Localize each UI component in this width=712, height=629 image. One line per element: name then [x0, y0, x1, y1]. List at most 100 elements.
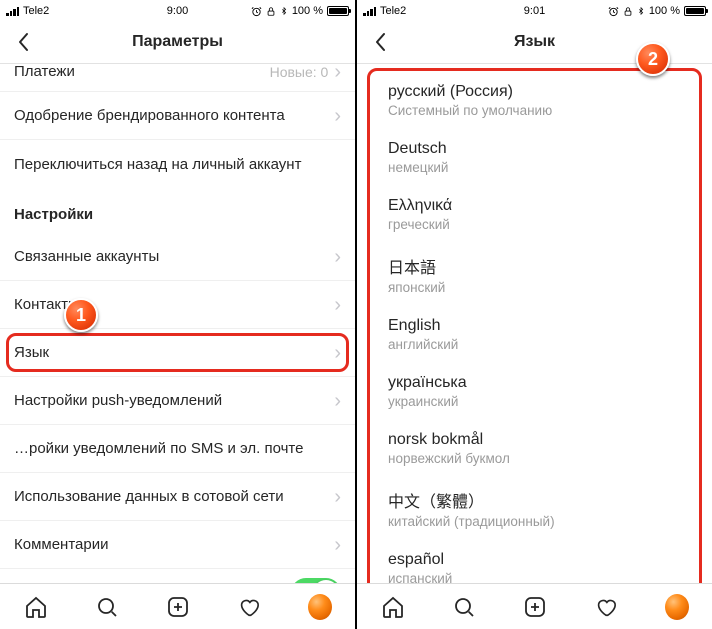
- row-cellular-data[interactable]: Использование данных в сотовой сети ›: [0, 473, 355, 521]
- row-meta: Новые: 0: [270, 64, 329, 80]
- signal-icon: [6, 7, 19, 16]
- tab-bar: [0, 583, 355, 629]
- row-payments[interactable]: Платежи Новые: 0 ›: [0, 64, 355, 92]
- row-label: Комментарии: [14, 536, 108, 553]
- lock-icon: [266, 6, 276, 17]
- search-icon[interactable]: [95, 595, 119, 619]
- row-label: Связанные аккаунты: [14, 248, 159, 265]
- row-save-original: Сохранять первоначальные фото: [0, 569, 355, 583]
- lang-sub: английский: [388, 337, 681, 352]
- row-contacts[interactable]: Контакты ›: [0, 281, 355, 329]
- bluetooth-icon: [280, 5, 288, 17]
- row-label: Переключиться назад на личный аккаунт: [14, 156, 301, 173]
- row-label: Платежи: [14, 64, 75, 80]
- row-label: Настройки push-уведомлений: [14, 392, 222, 409]
- callout-badge-2: 2: [636, 42, 670, 76]
- row-switch-back[interactable]: Переключиться назад на личный аккаунт: [0, 140, 355, 188]
- lang-name: English: [388, 317, 681, 335]
- carrier-label: Tele2: [23, 5, 49, 17]
- callout-badge-1: 1: [64, 298, 98, 332]
- row-push-settings[interactable]: Настройки push-уведомлений ›: [0, 377, 355, 425]
- row-label: Использование данных в сотовой сети: [14, 488, 284, 505]
- clock: 9:00: [167, 5, 188, 17]
- row-label: …ройки уведомлений по SMS и эл. почте: [14, 440, 303, 457]
- lang-name: 日本語: [388, 254, 681, 278]
- chevron-right-icon: ›: [334, 391, 341, 411]
- lang-sub: японский: [388, 280, 681, 295]
- chevron-right-icon: ›: [334, 295, 341, 315]
- row-branded-approval[interactable]: Одобрение брендированного контента ›: [0, 92, 355, 140]
- highlight-frame: русский (Россия) Системный по умолчанию …: [367, 68, 702, 583]
- lang-name: Deutsch: [388, 140, 681, 158]
- heart-icon[interactable]: [594, 595, 618, 619]
- page-title: Язык: [514, 33, 555, 51]
- language-option[interactable]: English английский: [370, 307, 699, 364]
- lang-name: norsk bokmål: [388, 431, 681, 449]
- phone-left: Tele2 9:00 100 % Параметры Платежи Новые…: [0, 0, 355, 629]
- alarm-icon: [251, 6, 262, 17]
- search-icon[interactable]: [452, 595, 476, 619]
- highlight-frame: [6, 333, 349, 372]
- status-bar: Tele2 9:01 100 %: [357, 0, 712, 20]
- chevron-right-icon: ›: [334, 535, 341, 555]
- alarm-icon: [608, 6, 619, 17]
- language-option[interactable]: українська украинский: [370, 364, 699, 421]
- lang-name: русский (Россия): [388, 83, 681, 101]
- chevron-right-icon: ›: [334, 343, 341, 363]
- battery-icon: [684, 6, 706, 16]
- chevron-right-icon: ›: [334, 247, 341, 267]
- row-comments[interactable]: Комментарии ›: [0, 521, 355, 569]
- language-option[interactable]: norsk bokmål норвежский букмол: [370, 421, 699, 478]
- language-option[interactable]: español испанский: [370, 541, 699, 583]
- lang-name: español: [388, 551, 681, 569]
- status-bar: Tele2 9:00 100 %: [0, 0, 355, 20]
- lang-sub: норвежский букмол: [388, 451, 681, 466]
- language-list: русский (Россия) Системный по умолчанию …: [357, 64, 712, 583]
- signal-icon: [363, 7, 376, 16]
- row-label: Одобрение брендированного контента: [14, 107, 285, 124]
- row-language[interactable]: Язык ›: [0, 329, 355, 377]
- language-option[interactable]: 中文（繁體） китайский (традиционный): [370, 478, 699, 541]
- add-icon[interactable]: [166, 595, 190, 619]
- language-option[interactable]: русский (Россия) Системный по умолчанию: [370, 73, 699, 130]
- section-header-settings: Настройки: [0, 188, 355, 233]
- carrier-label: Tele2: [380, 5, 406, 17]
- back-button[interactable]: [8, 27, 38, 57]
- chevron-right-icon: ›: [334, 64, 341, 82]
- lang-name: українська: [388, 374, 681, 392]
- battery-pct: 100 %: [292, 5, 323, 17]
- lang-sub: украинский: [388, 394, 681, 409]
- home-icon[interactable]: [24, 595, 48, 619]
- profile-icon[interactable]: [308, 595, 332, 619]
- lang-sub: немецкий: [388, 160, 681, 175]
- language-option[interactable]: Deutsch немецкий: [370, 130, 699, 187]
- clock: 9:01: [524, 5, 545, 17]
- nav-header: Параметры: [0, 20, 355, 64]
- language-option[interactable]: Ελληνικά греческий: [370, 187, 699, 244]
- lang-sub: китайский (традиционный): [388, 514, 681, 529]
- toggle-save-original[interactable]: [291, 578, 341, 583]
- language-option[interactable]: 日本語 японский: [370, 244, 699, 307]
- tab-bar: [357, 583, 712, 629]
- battery-pct: 100 %: [649, 5, 680, 17]
- back-button[interactable]: [365, 27, 395, 57]
- lang-sub: Системный по умолчанию: [388, 103, 681, 118]
- lang-sub: испанский: [388, 571, 681, 583]
- home-icon[interactable]: [381, 595, 405, 619]
- settings-list: Платежи Новые: 0 › Одобрение брендированн…: [0, 64, 355, 583]
- phone-right: Tele2 9:01 100 % Язык русский (Россия): [357, 0, 712, 629]
- bluetooth-icon: [637, 5, 645, 17]
- lock-icon: [623, 6, 633, 17]
- row-label: Язык: [14, 344, 49, 361]
- lang-name: Ελληνικά: [388, 197, 681, 215]
- chevron-right-icon: ›: [334, 487, 341, 507]
- row-linked-accounts[interactable]: Связанные аккаунты ›: [0, 233, 355, 281]
- row-sms-email-settings[interactable]: …ройки уведомлений по SMS и эл. почте: [0, 425, 355, 473]
- heart-icon[interactable]: [237, 595, 261, 619]
- page-title: Параметры: [132, 33, 223, 51]
- add-icon[interactable]: [523, 595, 547, 619]
- profile-icon[interactable]: [665, 595, 689, 619]
- battery-icon: [327, 6, 349, 16]
- chevron-right-icon: ›: [334, 106, 341, 126]
- lang-name: 中文（繁體）: [388, 488, 681, 512]
